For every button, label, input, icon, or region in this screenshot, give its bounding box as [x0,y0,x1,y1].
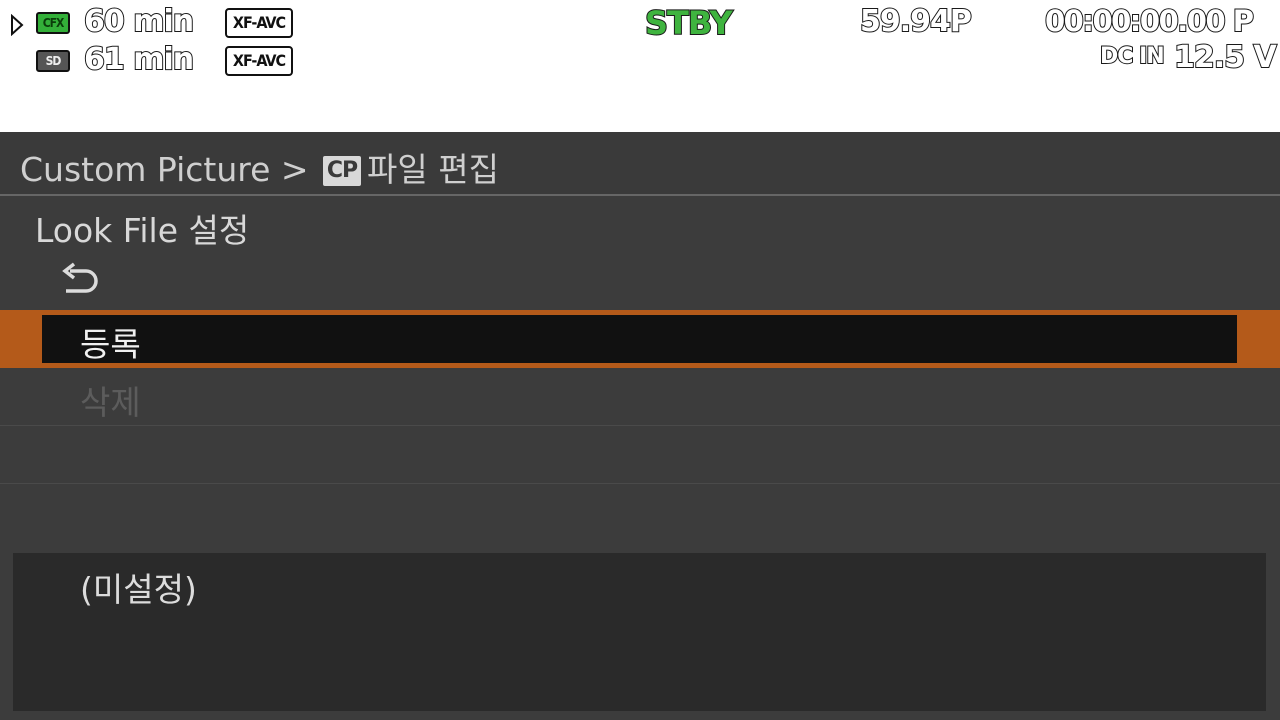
menu-item-register-label: 등록 [80,325,141,364]
breadcrumb: Custom Picture > CP 파일 편집 [0,132,1280,196]
menu-item-delete-label: 삭제 [80,383,141,422]
menu-row-empty [0,484,1280,542]
menu-item-register[interactable]: 등록 [0,310,1280,368]
breadcrumb-suffix: 파일 편집 [367,150,499,189]
back-arrow-icon[interactable] [60,262,102,296]
power-source: DC IN [1099,43,1166,70]
battery-voltage: 12.5 V [1173,39,1278,76]
slot-b-remaining-time: 61 min [83,41,195,78]
slot-b-codec: XF-AVC [225,46,293,76]
sd-card-badge: SD [36,50,70,72]
play-triangle-icon [11,14,24,36]
slot-a-remaining-time: 60 min [83,3,195,40]
menu-panel: Custom Picture > CP 파일 편집 Look File 설정 등록… [0,132,1280,720]
timecode: 00:00:00.00 P [1044,3,1255,39]
breadcrumb-text: Custom Picture > CP 파일 편집 [20,143,499,191]
breadcrumb-prefix: Custom Picture > [20,150,309,189]
cp-icon: CP [323,156,362,186]
selection-highlight [42,315,1237,363]
frame-rate: 59.94P [859,3,973,40]
section-title: Look File 설정 [35,211,250,250]
menu-item-delete[interactable]: 삭제 [0,368,1280,426]
menu-row-empty [0,426,1280,484]
info-text: (미설정) [80,570,197,609]
cfx-card-badge: CFX [36,12,70,34]
record-status: STBY [644,3,734,43]
status-bar: CFX 60 min XF-AVC SD 61 min XF-AVC STBY … [0,0,1280,132]
slot-a-codec: XF-AVC [225,8,293,38]
info-box: (미설정) [13,553,1266,711]
